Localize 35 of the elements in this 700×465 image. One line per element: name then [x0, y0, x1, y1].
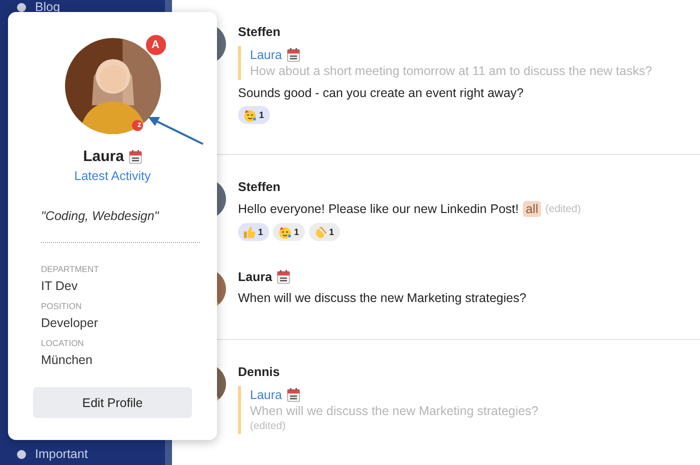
field-value: Developer — [40, 316, 99, 330]
party-face-icon — [243, 108, 257, 122]
edited-label: (edited) — [545, 203, 581, 215]
message-text: Hello everyone! Please like our new Linkedin Post! — [238, 202, 519, 216]
reaction-button[interactable]: 1 — [273, 223, 306, 241]
field-value: München — [40, 353, 94, 367]
field-label: DEPARTMENT — [40, 264, 100, 274]
message-text: Sounds good - can you create an event right away? — [238, 86, 524, 100]
quote-author[interactable]: Laura — [250, 48, 282, 62]
field-label: POSITION — [40, 301, 83, 311]
reaction-button[interactable]: 1 — [238, 223, 270, 241]
author-name: Steffen — [238, 180, 280, 194]
profile-name: Laura — [83, 148, 124, 165]
field-value: IT Dev — [40, 279, 79, 293]
latest-activity-link[interactable]: Latest Activity — [74, 169, 151, 183]
edit-profile-button[interactable]: Edit Profile — [33, 387, 192, 418]
quote-author[interactable]: Laura — [250, 388, 282, 402]
party-face-icon — [278, 226, 292, 238]
notification-badge: A — [144, 34, 166, 56]
clapping-hands-icon — [314, 226, 328, 238]
quoted-message: How about a short meeting tomorrow at 11 am to discuss the new tasks? — [250, 64, 652, 78]
thumbs-up-icon — [243, 226, 256, 238]
field-label: LOCATION — [40, 338, 85, 348]
quoted-message: When will we discuss the new Marketing strategies? — [250, 404, 538, 418]
mention-tag[interactable]: all — [522, 201, 542, 217]
profile-bio: "Coding, Webdesign" — [40, 209, 160, 223]
sidebar-item[interactable]: Important — [35, 447, 88, 461]
reaction-button[interactable]: 1 — [309, 223, 340, 241]
message-text: When will we discuss the new Marketing strategies? — [238, 291, 526, 305]
bullet-dot-icon — [17, 2, 26, 12]
edited-label: (edited) — [250, 420, 287, 432]
reaction-button[interactable]: 1 — [238, 106, 270, 124]
author-name: Laura — [238, 270, 272, 284]
author-name: Steffen — [238, 25, 280, 39]
author-name: Dennis — [238, 365, 280, 379]
